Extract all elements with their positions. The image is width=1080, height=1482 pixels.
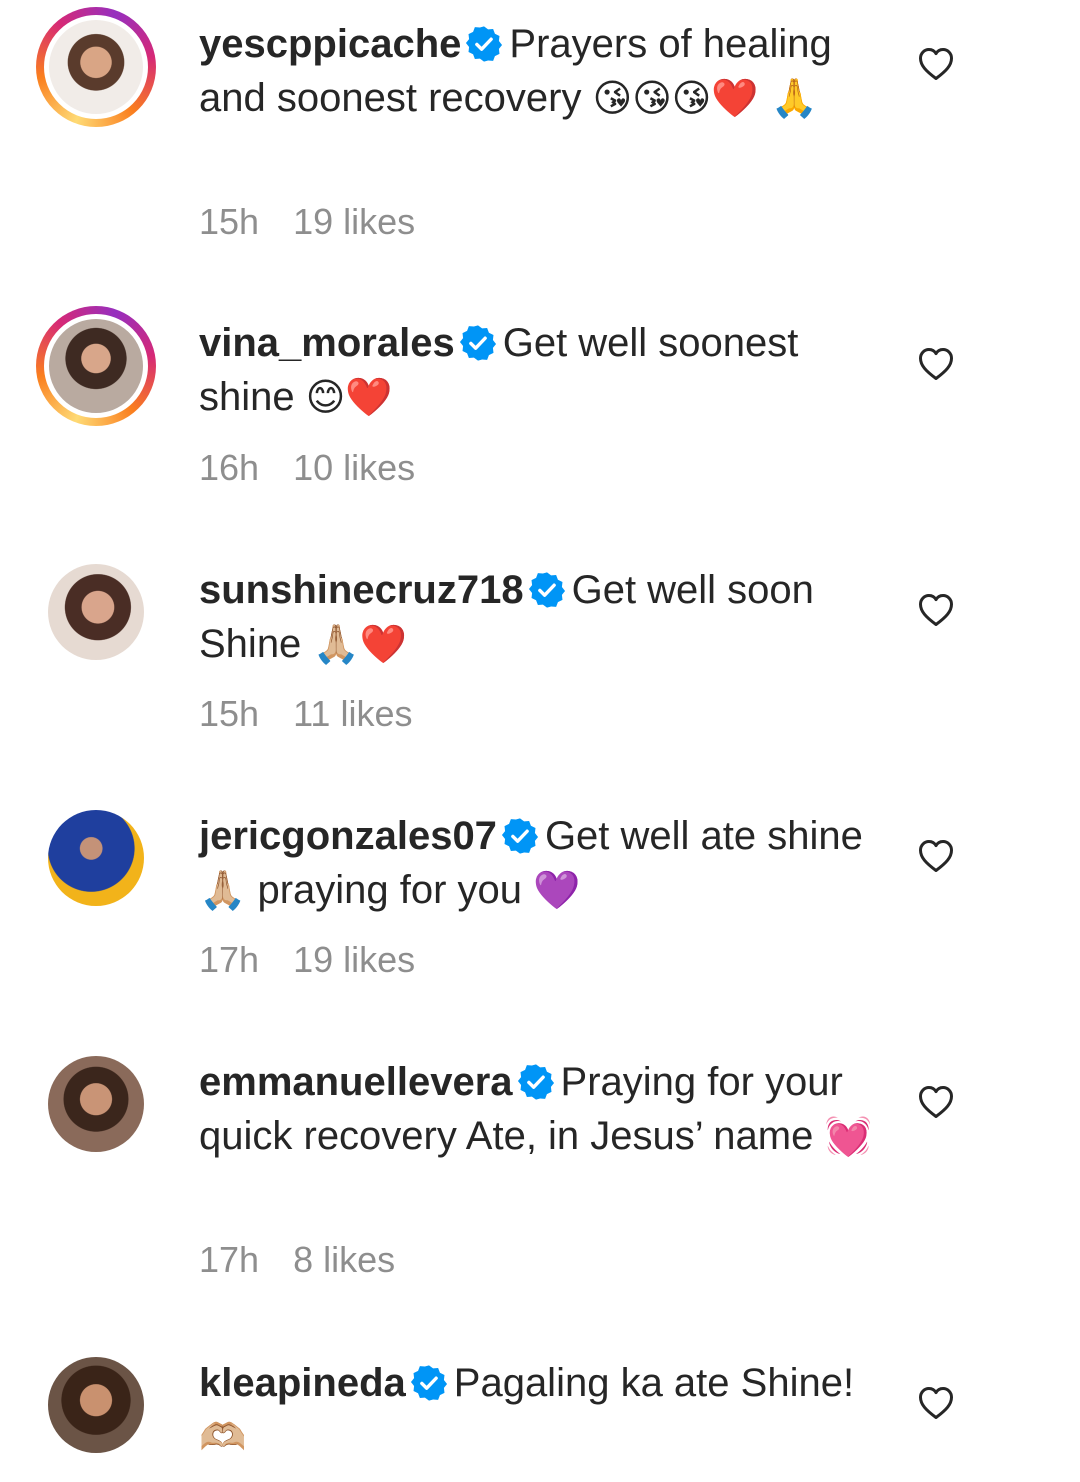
comment-emoji: 💓 xyxy=(824,1114,872,1158)
avatar xyxy=(44,15,148,119)
comment-meta: 17h 19 likes xyxy=(199,938,415,982)
comment-body: vina_morales Get well soonest shine 😊❤️ xyxy=(199,316,889,424)
verified-badge-icon xyxy=(528,571,566,609)
comment-likes[interactable]: 19 likes xyxy=(293,939,415,980)
comment-likes[interactable]: 19 likes xyxy=(293,201,415,242)
comment-time: 17h xyxy=(199,1239,260,1280)
comment-body: kleapineda Pagaling ka ate Shine! 🫶🏼 xyxy=(199,1356,889,1464)
comment-username[interactable]: yescppicache xyxy=(199,22,461,66)
comment-emoji: 🙏🏼❤️ xyxy=(312,622,408,666)
verified-badge-icon xyxy=(465,25,503,63)
comment-username[interactable]: kleapineda xyxy=(199,1361,406,1405)
avatar-story-ring[interactable] xyxy=(36,7,156,127)
verified-badge-icon xyxy=(517,1063,555,1101)
comment-likes[interactable]: 8 likes xyxy=(293,1239,395,1280)
avatar xyxy=(44,314,148,418)
avatar-wrapper[interactable] xyxy=(36,1044,156,1164)
verified-badge-icon xyxy=(410,1364,448,1402)
heart-outline-icon[interactable] xyxy=(916,1383,956,1423)
avatar-story-ring[interactable] xyxy=(36,306,156,426)
heart-outline-icon[interactable] xyxy=(916,1082,956,1122)
comment-time: 16h xyxy=(199,447,260,488)
comment-username[interactable]: emmanuellevera xyxy=(199,1060,513,1104)
comment-time: 15h xyxy=(199,201,260,242)
heart-outline-icon[interactable] xyxy=(916,836,956,876)
comment-meta: 15h 19 likes xyxy=(199,200,415,244)
heart-outline-icon[interactable] xyxy=(916,344,956,384)
avatar-wrapper[interactable] xyxy=(36,552,156,672)
comment-meta: 17h 8 likes xyxy=(199,1238,395,1282)
comment-time: 15h xyxy=(199,693,260,734)
avatar xyxy=(48,1056,144,1152)
heart-outline-icon[interactable] xyxy=(916,44,956,84)
comment-username[interactable]: jericgonzales07 xyxy=(199,814,497,858)
comment-body: emmanuellevera Praying for your quick rec… xyxy=(199,1055,889,1163)
comment-time: 17h xyxy=(199,939,260,980)
avatar xyxy=(48,810,144,906)
avatar-wrapper[interactable] xyxy=(36,798,156,918)
comment-username[interactable]: vina_morales xyxy=(199,321,455,365)
comment-body: sunshinecruz718 Get well soon Shine 🙏🏼❤️ xyxy=(199,563,889,671)
comment-body: yescppicache Prayers of healing and soone… xyxy=(199,17,889,125)
comment-emoji: 🫶🏼 xyxy=(199,1415,247,1459)
avatar xyxy=(48,564,144,660)
avatar-wrapper[interactable] xyxy=(36,1345,156,1465)
comment-text: Get well ate shine xyxy=(544,814,863,858)
avatar xyxy=(48,1357,144,1453)
verified-badge-icon xyxy=(459,324,497,362)
comment-body: jericgonzales07 Get well ate shine 🙏🏼 pra… xyxy=(199,809,889,917)
comment-likes[interactable]: 11 likes xyxy=(293,693,412,734)
comment-emoji: 🙏🏼 xyxy=(199,868,247,912)
verified-badge-icon xyxy=(501,817,539,855)
heart-outline-icon[interactable] xyxy=(916,590,956,630)
comment-meta: 16h 10 likes xyxy=(199,446,415,490)
comment-likes[interactable]: 10 likes xyxy=(293,447,415,488)
comment-emoji: 😘😘😘❤️ 🙏 xyxy=(592,76,819,120)
comment-emoji: 💜 xyxy=(533,868,581,912)
comment-emoji: 😊❤️ xyxy=(305,375,393,419)
comment-username[interactable]: sunshinecruz718 xyxy=(199,568,524,612)
comment-text-continued: praying for you xyxy=(257,868,523,912)
comment-text: Pagaling ka ate Shine! xyxy=(453,1361,855,1405)
comment-meta: 15h 11 likes xyxy=(199,692,412,736)
